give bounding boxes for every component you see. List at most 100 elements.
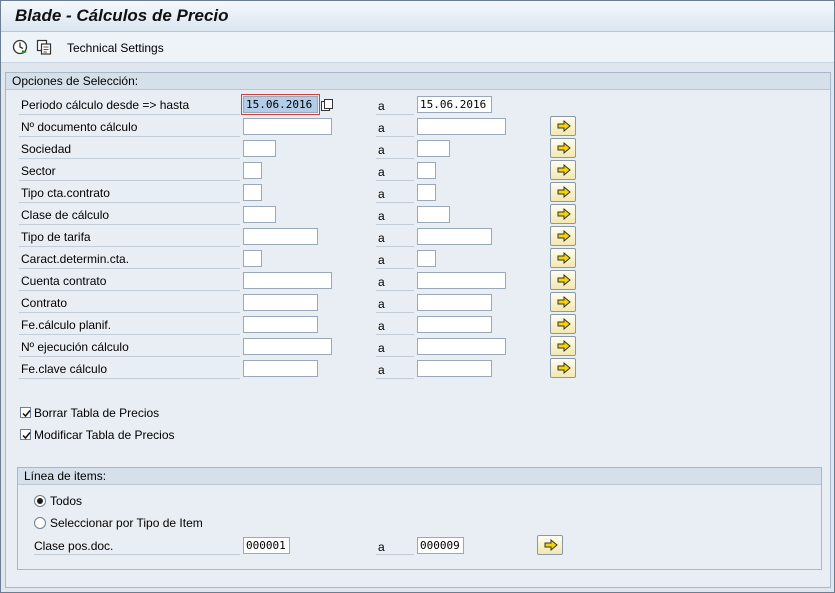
label-underline xyxy=(376,356,414,357)
sector-to-field[interactable] xyxy=(417,162,436,179)
clase-calculo-to-field[interactable] xyxy=(417,206,450,223)
range-to-label: a xyxy=(378,165,385,179)
documento-to-field[interactable] xyxy=(417,118,506,135)
item-line-title: Línea de items: xyxy=(24,469,107,483)
ejecucion-from-field[interactable] xyxy=(243,338,332,355)
sociedad-from-field[interactable] xyxy=(243,140,276,157)
clase-pos-doc-to-field[interactable]: 000009 xyxy=(417,537,464,554)
sector-from-field[interactable] xyxy=(243,162,262,179)
clase-pos-doc-from-field[interactable]: 000001 xyxy=(243,537,290,554)
copy-variant-icon[interactable] xyxy=(36,39,52,55)
sociedad-label: Sociedad xyxy=(21,142,72,156)
range-to-label: a xyxy=(378,121,385,135)
arrow-right-icon xyxy=(557,340,571,352)
fe-planif-from-field[interactable] xyxy=(243,316,318,333)
contrato-to-field[interactable] xyxy=(417,294,492,311)
label-underline xyxy=(376,312,414,313)
fe-planif-multiple-selection-button[interactable] xyxy=(550,314,576,334)
clase-calculo-from-field[interactable] xyxy=(243,206,276,223)
range-to-label: a xyxy=(378,187,385,201)
radio-tipo-item[interactable] xyxy=(34,517,46,529)
label-underline xyxy=(376,136,414,137)
range-to-label: a xyxy=(378,297,385,311)
periodo-from-field[interactable]: 15.06.2016 xyxy=(241,94,320,115)
arrow-right-icon xyxy=(557,186,571,198)
documento-label: Nº documento cálculo xyxy=(21,120,138,134)
clase-pos-doc-label: Clase pos.doc. xyxy=(34,539,114,553)
range-to-label: a xyxy=(378,363,385,377)
label-underline xyxy=(19,312,240,313)
label-underline xyxy=(376,114,414,115)
clase-calculo-multiple-selection-button[interactable] xyxy=(550,204,576,224)
borrar-tabla-checkbox[interactable] xyxy=(20,407,31,418)
tipo-tarifa-label: Tipo de tarifa xyxy=(21,230,91,244)
modificar-tabla-checkbox[interactable] xyxy=(20,429,31,440)
label-underline xyxy=(376,378,414,379)
tipo-cta-multiple-selection-button[interactable] xyxy=(550,182,576,202)
label-underline xyxy=(19,202,240,203)
documento-multiple-selection-button[interactable] xyxy=(550,116,576,136)
fe-clave-from-field[interactable] xyxy=(243,360,318,377)
documento-from-field[interactable] xyxy=(243,118,332,135)
label-underline xyxy=(376,180,414,181)
label-underline xyxy=(376,246,414,247)
tipo-cta-to-field[interactable] xyxy=(417,184,436,201)
label-underline xyxy=(376,202,414,203)
radio-todos-label: Todos xyxy=(50,494,83,508)
modificar-tabla-label: Modificar Tabla de Precios xyxy=(34,428,175,442)
label-underline xyxy=(376,158,414,159)
label-underline xyxy=(19,224,240,225)
radio-todos[interactable] xyxy=(34,495,46,507)
sector-multiple-selection-button[interactable] xyxy=(550,160,576,180)
label-underline xyxy=(376,334,414,335)
ejecucion-label: Nº ejecución cálculo xyxy=(21,340,129,354)
cuenta-label: Cuenta contrato xyxy=(21,274,107,288)
caract-to-field[interactable] xyxy=(417,250,436,267)
tipo-cta-label: Tipo cta.contrato xyxy=(21,186,110,200)
caract-multiple-selection-button[interactable] xyxy=(550,248,576,268)
technical-settings-button[interactable]: Technical Settings xyxy=(67,41,164,55)
label-underline xyxy=(19,246,240,247)
ejecucion-multiple-selection-button[interactable] xyxy=(550,336,576,356)
contrato-multiple-selection-button[interactable] xyxy=(550,292,576,312)
window-title: Blade - Cálculos de Precio xyxy=(15,6,229,25)
contrato-from-field[interactable] xyxy=(243,294,318,311)
application-toolbar: Technical Settings xyxy=(1,32,834,63)
range-to-label: a xyxy=(378,231,385,245)
execute-icon[interactable] xyxy=(12,39,28,55)
fe-planif-to-field[interactable] xyxy=(417,316,492,333)
range-to-label: a xyxy=(378,143,385,157)
range-to-label: a xyxy=(378,341,385,355)
multiple-selection-button[interactable] xyxy=(537,535,563,555)
radio-selected-dot xyxy=(37,498,43,504)
cuenta-multiple-selection-button[interactable] xyxy=(550,270,576,290)
tipo-tarifa-to-field[interactable] xyxy=(417,228,492,245)
label-underline xyxy=(19,136,240,137)
arrow-right-icon xyxy=(557,296,571,308)
tipo-tarifa-from-field[interactable] xyxy=(243,228,318,245)
range-to-label: a xyxy=(378,99,385,113)
fe-clave-multiple-selection-button[interactable] xyxy=(550,358,576,378)
label-underline xyxy=(19,268,240,269)
caract-from-field[interactable] xyxy=(243,250,262,267)
sociedad-to-field[interactable] xyxy=(417,140,450,157)
arrow-right-icon xyxy=(557,318,571,330)
title-bar: Blade - Cálculos de Precio xyxy=(1,1,834,32)
cuenta-to-field[interactable] xyxy=(417,272,506,289)
radio-tipo-item-label: Seleccionar por Tipo de Item xyxy=(50,516,203,530)
label-underline xyxy=(376,224,414,225)
calendar-copy-icon[interactable] xyxy=(321,99,333,111)
label-underline xyxy=(376,554,414,555)
tipo-cta-from-field[interactable] xyxy=(243,184,262,201)
item-line-header: Línea de items: xyxy=(18,468,821,485)
range-to-label: a xyxy=(378,319,385,333)
cuenta-from-field[interactable] xyxy=(243,272,332,289)
tipo-tarifa-multiple-selection-button[interactable] xyxy=(550,226,576,246)
sociedad-multiple-selection-button[interactable] xyxy=(550,138,576,158)
fe-clave-label: Fe.clave cálculo xyxy=(21,362,108,376)
ejecucion-to-field[interactable] xyxy=(417,338,506,355)
label-underline xyxy=(19,378,240,379)
periodo-to-field[interactable]: 15.06.2016 xyxy=(417,96,492,113)
fe-clave-to-field[interactable] xyxy=(417,360,492,377)
label-underline xyxy=(376,268,414,269)
